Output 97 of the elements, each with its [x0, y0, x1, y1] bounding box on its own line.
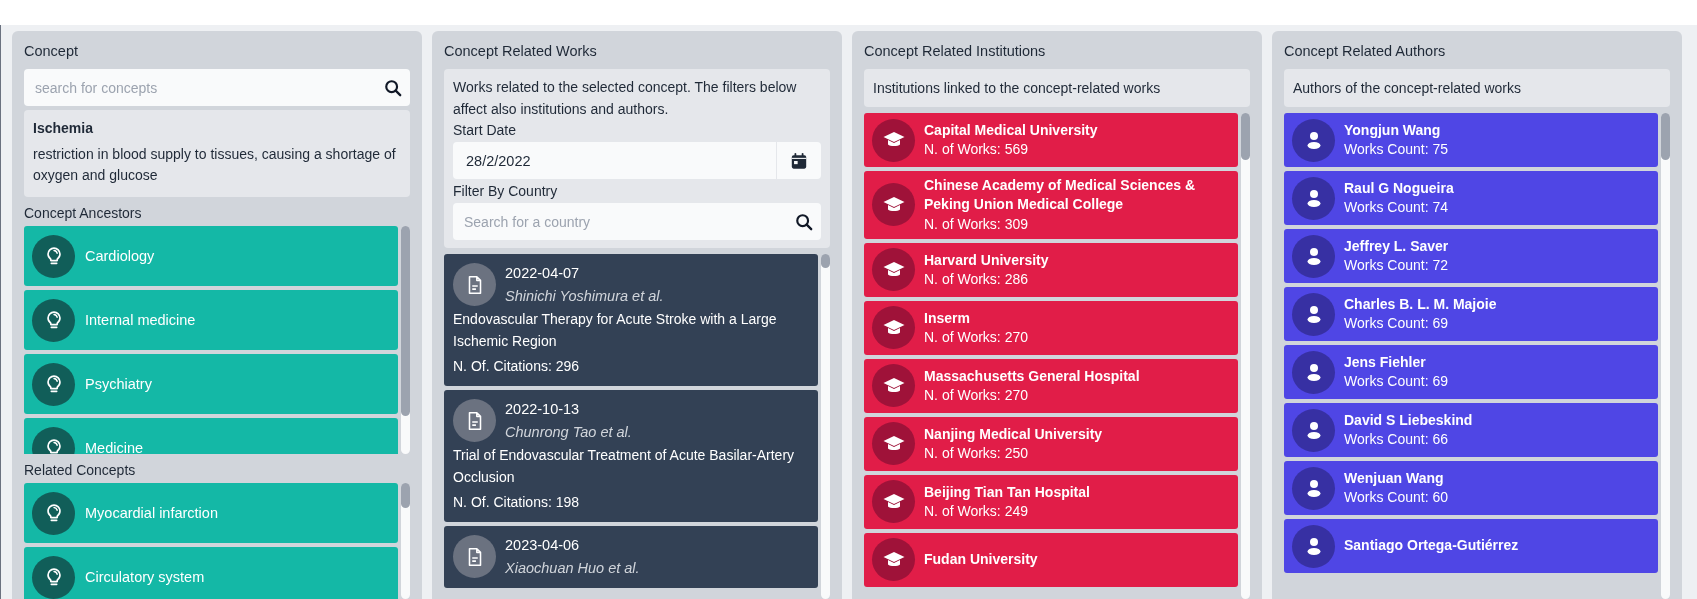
section-label: Related Concepts [24, 462, 137, 479]
author-name: Jens Fiehler [1344, 352, 1427, 372]
scrollbar[interactable] [401, 226, 410, 455]
concept-item[interactable]: Psychiatry [24, 354, 398, 415]
author-card[interactable]: Santiago Ortega-Gutiérrez [1284, 519, 1658, 573]
work-date: 2022-04-07 [505, 264, 581, 284]
institution-name: Massachusetts General Hospital [924, 366, 1140, 386]
search-field[interactable]: Search for a country [453, 203, 821, 241]
concept-label: Cardiology [85, 248, 155, 265]
author-card[interactable]: Wenjuan Wang Works Count: 60 [1284, 461, 1658, 515]
concept-label: Psychiatry [85, 376, 152, 393]
works-count: N. of Works: 569 [924, 140, 1029, 159]
works-count: N. of Works: 286 [924, 269, 1029, 289]
date-field[interactable]: 28/2/2022 [453, 142, 821, 180]
author-card[interactable]: Raul G Nogueira Works Count: 74 [1284, 171, 1658, 225]
works-count: N. of Works: 250 [924, 443, 1029, 463]
search-input[interactable]: search for concepts [33, 78, 384, 97]
works-count: Works Count: 60 [1344, 488, 1448, 507]
institution-card[interactable]: Capital Medical University N. of Works: 569 [864, 113, 1238, 167]
scrollbar[interactable] [1241, 113, 1250, 599]
institution-name: Inserm [924, 308, 971, 328]
author-name: Santiago Ortega-Gutiérrez [1344, 536, 1519, 556]
works-count: Works Count: 72 [1344, 256, 1449, 275]
concept-label: Internal medicine [85, 312, 196, 329]
field-label: Start Date [453, 122, 518, 139]
author-name: Wenjuan Wang [1344, 468, 1445, 488]
citation-count: N. Of. Citations: 296 [453, 356, 581, 376]
author-card[interactable]: Jens Fiehler Works Count: 69 [1284, 345, 1658, 399]
works-count: N. of Works: 249 [924, 501, 1029, 521]
panel-title: Concept Related Authors [1284, 43, 1447, 59]
author-name: Charles B. L. M. Majoie [1344, 294, 1497, 314]
author-name: Yongjun Wang [1344, 120, 1442, 140]
scrollbar[interactable] [1661, 113, 1670, 599]
author-card[interactable]: Yongjun Wang Works Count: 75 [1284, 113, 1658, 167]
work-card[interactable]: 2022-04-07 Shinichi Yoshimura et al. Endovascular Therapy for Acute Stroke with a Large Ischemic Region N. Of. Citations: 296 [444, 254, 818, 387]
works-count: N. of Works: 309 [924, 214, 1029, 234]
concept-item[interactable]: Internal medicine [24, 290, 398, 351]
panel-description: Institutions linked to the concept-related works [864, 69, 1250, 107]
institution-card[interactable]: Massachusetts General Hospital N. of Works: 270 [864, 358, 1238, 413]
work-authors: Chunrong Tao et al. [505, 422, 632, 442]
works-count: Works Count: 75 [1344, 140, 1448, 159]
work-date: 2022-10-13 [505, 400, 581, 420]
work-title: Trial of Endovascular Treatment of Acute Basilar-Artery Occlusion [453, 446, 796, 487]
works-count: Works Count: 69 [1344, 372, 1448, 391]
institution-name: Harvard University [924, 250, 1049, 270]
panel-title: Concept [24, 43, 79, 59]
search-icon[interactable] [795, 212, 813, 231]
works-count: N. of Works: 270 [924, 385, 1029, 405]
panel-title: Concept Related Institutions [864, 43, 1047, 59]
concept-item[interactable]: Myocardial infarction [24, 483, 398, 544]
search-field[interactable]: search for concepts [24, 69, 410, 106]
concept-name: Ischemia [33, 119, 94, 138]
search-icon[interactable] [384, 78, 402, 97]
works-count: Works Count: 69 [1344, 314, 1449, 333]
panel-title: Concept Related Works [444, 43, 598, 59]
author-name: Jeffrey L. Saver [1344, 236, 1449, 256]
institution-name: Capital Medical University [924, 120, 1098, 140]
concept-label: Myocardial infarction [85, 505, 218, 522]
works-count: Works Count: 66 [1344, 430, 1449, 449]
works-count: N. of Works: 270 [924, 327, 1028, 347]
author-name: Raul G Nogueira [1344, 178, 1454, 198]
panel-description: Authors of the concept-related works [1284, 69, 1670, 107]
institution-card[interactable]: Chinese Academy of Medical Sciences & Peking Union Medical College N. of Works: 309 [864, 171, 1238, 239]
institution-name: Nanjing Medical University [924, 424, 1103, 444]
institution-card[interactable]: Beijing Tian Tan Hospital N. of Works: 249 [864, 474, 1238, 529]
concept-description: restriction in blood supply to tissues, causing a shortage of oxygen and glucose [33, 144, 397, 186]
concept-label: Medicine [85, 440, 144, 455]
field-label: Filter By Country [453, 183, 559, 200]
work-title: Endovascular Therapy for Acute Stroke with a Large Ischemic Region [453, 310, 778, 351]
concept-item[interactable]: Cardiology [24, 226, 398, 287]
citation-count: N. Of. Citations: 198 [453, 492, 581, 512]
country-search-input[interactable]: Search for a country [462, 212, 795, 231]
institution-card[interactable]: Inserm N. of Works: 270 [864, 300, 1238, 355]
institution-card[interactable]: Nanjing Medical University N. of Works: 250 [864, 416, 1238, 471]
institution-name: Chinese Academy of Medical Sciences & Peking Union Medical College [924, 176, 1197, 215]
calendar-icon [790, 151, 808, 170]
section-label: Concept Ancestors [24, 205, 143, 222]
work-authors: Shinichi Yoshimura et al. [505, 286, 664, 306]
panel-description: Works related to the selected concept. The filters below affect also institutions and authors. [453, 78, 798, 119]
scrollbar[interactable] [401, 483, 410, 599]
work-card[interactable]: 2023-04-06 Xiaochuan Huo et al. [444, 526, 818, 589]
institution-card[interactable]: Harvard University N. of Works: 286 [864, 242, 1238, 297]
scrollbar[interactable] [821, 254, 830, 599]
concept-item[interactable]: Circulatory system [24, 547, 398, 599]
institution-card[interactable]: Fudan University [864, 532, 1238, 587]
concept-item[interactable]: Medicine [24, 418, 398, 455]
author-card[interactable]: David S Liebeskind Works Count: 66 [1284, 403, 1658, 457]
work-authors: Xiaochuan Huo et al. [505, 558, 640, 578]
work-date: 2023-04-06 [505, 536, 581, 556]
author-card[interactable]: Charles B. L. M. Majoie Works Count: 69 [1284, 287, 1658, 341]
work-card[interactable]: 2022-10-13 Chunrong Tao et al. Trial of Endovascular Treatment of Acute Basilar-Artery Occlusion N. Of. Citations: 198 [444, 390, 818, 523]
author-name: David S Liebeskind [1344, 410, 1473, 430]
author-card[interactable]: Jeffrey L. Saver Works Count: 72 [1284, 229, 1658, 283]
concept-label: Circulatory system [85, 569, 205, 586]
institution-name: Fudan University [924, 550, 1038, 570]
works-count: Works Count: 74 [1344, 198, 1449, 217]
institution-name: Beijing Tian Tan Hospital [924, 482, 1090, 502]
